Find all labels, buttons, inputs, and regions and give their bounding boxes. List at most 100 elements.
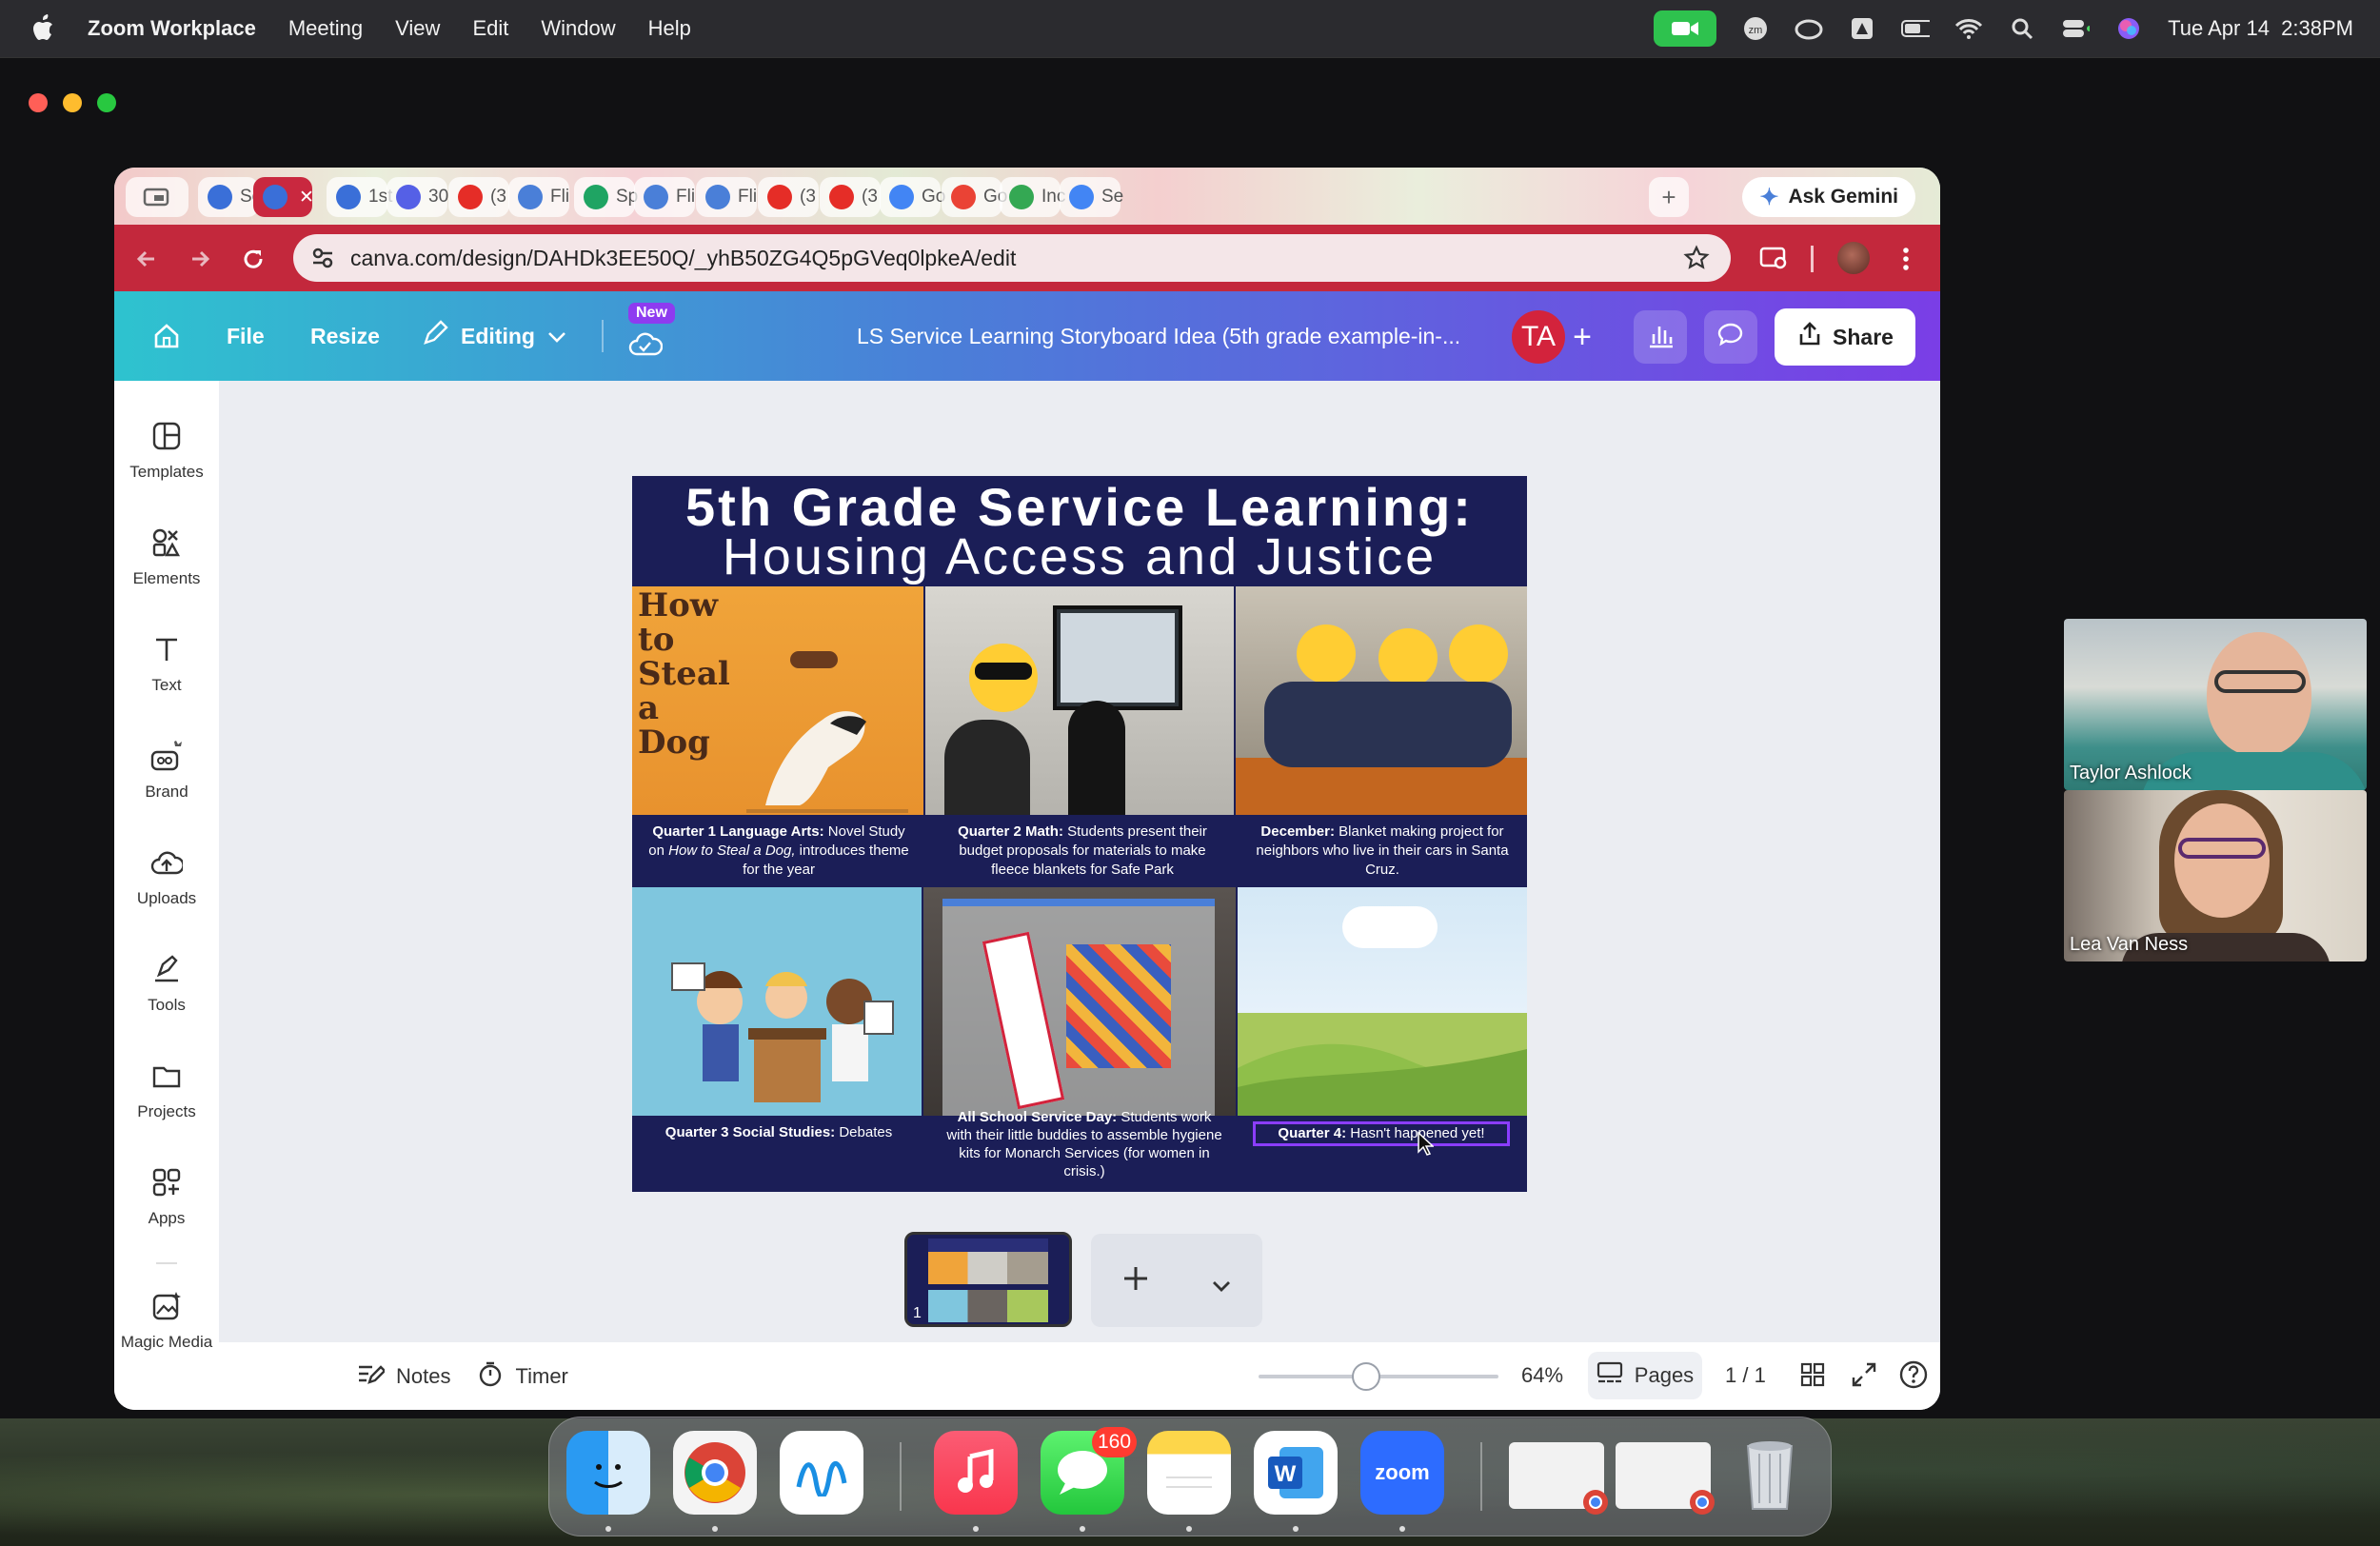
- apple-icon[interactable]: [25, 10, 63, 48]
- sidebar-item-tools[interactable]: Tools: [114, 950, 219, 1015]
- share-button[interactable]: Share: [1775, 308, 1915, 366]
- sidebar-item-elements[interactable]: Elements: [114, 524, 219, 588]
- add-page-control[interactable]: [1091, 1234, 1262, 1327]
- url-text[interactable]: canva.com/design/DAHDk3EE50Q/_yhB50ZG4Q5…: [350, 246, 1016, 271]
- browser-tab[interactable]: 30: [387, 177, 448, 217]
- forward-icon[interactable]: [187, 246, 213, 272]
- drive-icon[interactable]: [1848, 14, 1876, 43]
- participant-video-taylor[interactable]: Taylor Ashlock: [2064, 619, 2367, 790]
- browser-tab[interactable]: (3: [448, 177, 509, 217]
- menu-edit[interactable]: Edit: [472, 16, 508, 41]
- window-minimize-button[interactable]: [63, 93, 82, 112]
- caption-quarter3[interactable]: Quarter 3 Social Studies: Debates: [645, 1123, 912, 1142]
- participant-video-lea[interactable]: Lea Van Ness: [2064, 790, 2367, 961]
- notes-button[interactable]: Notes: [396, 1364, 450, 1389]
- timer-icon[interactable]: [477, 1360, 504, 1393]
- cloud-saved-icon[interactable]: [628, 299, 663, 388]
- browser-tab[interactable]: Se: [198, 177, 262, 217]
- dock-word-icon[interactable]: W: [1254, 1431, 1338, 1515]
- menu-view[interactable]: View: [395, 16, 440, 41]
- app-menu-zoom[interactable]: Zoom Workplace: [88, 16, 256, 41]
- sidebar-item-apps[interactable]: Apps: [114, 1163, 219, 1228]
- caption-quarter1[interactable]: Quarter 1 Language Arts: Novel Study on …: [645, 823, 912, 880]
- profile-avatar[interactable]: [1837, 242, 1870, 274]
- caption-quarter4-selected[interactable]: Quarter 4: Hasn't happened yet!: [1253, 1121, 1510, 1146]
- sidebar-item-magic-media[interactable]: Magic Media: [114, 1287, 219, 1352]
- timer-button[interactable]: Timer: [515, 1364, 567, 1389]
- site-info-icon[interactable]: [310, 246, 335, 276]
- creative-cloud-icon[interactable]: [1795, 14, 1823, 43]
- spotlight-search-icon[interactable]: [2008, 14, 2036, 43]
- browser-tab[interactable]: Fli: [696, 177, 757, 217]
- browser-tab[interactable]: Go: [942, 177, 1007, 217]
- window-close-button[interactable]: [29, 93, 48, 112]
- ask-gemini-button[interactable]: ✦ Ask Gemini: [1742, 177, 1915, 217]
- add-page-plus-icon[interactable]: [1121, 1259, 1150, 1302]
- tab-canva-active[interactable]: ✕: [253, 177, 314, 217]
- sidebar-item-projects[interactable]: Projects: [114, 1057, 219, 1121]
- slide-title-line2[interactable]: Housing Access and Justice: [632, 527, 1527, 586]
- sidebar-item-brand[interactable]: Brand: [114, 737, 219, 802]
- siri-icon[interactable]: [2114, 14, 2143, 43]
- control-center-icon[interactable]: [2061, 14, 2091, 43]
- browser-menu-icon[interactable]: [1893, 246, 1919, 272]
- browser-tab[interactable]: Se: [1060, 177, 1123, 217]
- dock-finder-icon[interactable]: [566, 1431, 650, 1515]
- browser-tab[interactable]: Fli: [634, 177, 695, 217]
- browser-tab[interactable]: Fli: [508, 177, 569, 217]
- tab-search-icon[interactable]: [1759, 244, 1790, 274]
- caption-service-day[interactable]: All School Service Day: Students work wi…: [946, 1108, 1222, 1180]
- insights-button[interactable]: [1634, 310, 1687, 364]
- pages-button[interactable]: Pages: [1588, 1352, 1702, 1399]
- dock-chrome-window-1[interactable]: [1509, 1442, 1608, 1515]
- wifi-icon[interactable]: [1954, 14, 1983, 43]
- add-page-chevron-icon[interactable]: [1211, 1259, 1232, 1302]
- zoom-camera-status-icon[interactable]: [1654, 10, 1717, 47]
- sidebar-item-text[interactable]: Text: [114, 630, 219, 695]
- sidebar-item-templates[interactable]: Templates: [114, 417, 219, 482]
- tab-search-icon-button[interactable]: [126, 177, 188, 217]
- editing-mode-dropdown[interactable]: Editing: [421, 291, 567, 381]
- dock-music-icon[interactable]: [934, 1431, 1018, 1515]
- dock-freeform-icon[interactable]: [780, 1431, 863, 1515]
- browser-tab[interactable]: (3: [820, 177, 881, 217]
- caption-december[interactable]: December: Blanket making project for nei…: [1247, 823, 1517, 880]
- battery-icon[interactable]: [1901, 14, 1931, 43]
- tab-close-icon[interactable]: ✕: [299, 187, 314, 208]
- dock-chrome-window-2[interactable]: [1616, 1442, 1715, 1515]
- notes-icon[interactable]: [356, 1361, 387, 1392]
- resize-button[interactable]: Resize: [310, 291, 380, 381]
- page-thumbnail[interactable]: 1: [904, 1232, 1072, 1327]
- design-slide[interactable]: 5th Grade Service Learning: Housing Acce…: [632, 476, 1527, 1192]
- new-tab-button[interactable]: +: [1649, 177, 1689, 217]
- file-menu-button[interactable]: File: [227, 291, 265, 381]
- landscape-placeholder-image[interactable]: [1238, 887, 1527, 1116]
- page-counter[interactable]: 1 / 1: [1725, 1363, 1766, 1388]
- debate-illustration[interactable]: [632, 887, 922, 1116]
- dock-zoom-icon[interactable]: zoom: [1360, 1431, 1444, 1515]
- grid-view-icon[interactable]: [1799, 1361, 1826, 1394]
- dock-chrome-icon[interactable]: [673, 1431, 757, 1515]
- book-cover-image[interactable]: How to Steal a Dog: [632, 586, 923, 815]
- menu-help[interactable]: Help: [648, 16, 691, 41]
- bookmark-star-icon[interactable]: [1683, 245, 1710, 277]
- browser-tab[interactable]: 1st: [327, 177, 392, 217]
- home-icon[interactable]: [152, 291, 181, 381]
- browser-tab[interactable]: (3: [758, 177, 819, 217]
- hygiene-kits-photo[interactable]: [923, 887, 1236, 1116]
- zoom-level-value[interactable]: 64%: [1521, 1363, 1563, 1388]
- window-zoom-button[interactable]: [97, 93, 116, 112]
- browser-tab[interactable]: Go: [880, 177, 945, 217]
- collaborator-avatar[interactable]: TA: [1512, 310, 1565, 364]
- address-bar[interactable]: canva.com/design/DAHDk3EE50Q/_yhB50ZG4Q5…: [293, 234, 1731, 282]
- dock-notes-icon[interactable]: [1147, 1431, 1231, 1515]
- math-presentation-photo[interactable]: [925, 586, 1234, 815]
- menubar-clock[interactable]: Tue Apr 14 2:38PM: [2168, 16, 2353, 41]
- sidebar-item-uploads[interactable]: Uploads: [114, 843, 219, 908]
- help-icon[interactable]: [1898, 1359, 1929, 1396]
- reload-icon[interactable]: [240, 246, 267, 272]
- menu-window[interactable]: Window: [541, 16, 615, 41]
- browser-tab[interactable]: Inc: [1000, 177, 1065, 217]
- design-title[interactable]: LS Service Learning Storyboard Idea (5th…: [857, 291, 1460, 381]
- zoom-slider-thumb[interactable]: [1352, 1362, 1381, 1391]
